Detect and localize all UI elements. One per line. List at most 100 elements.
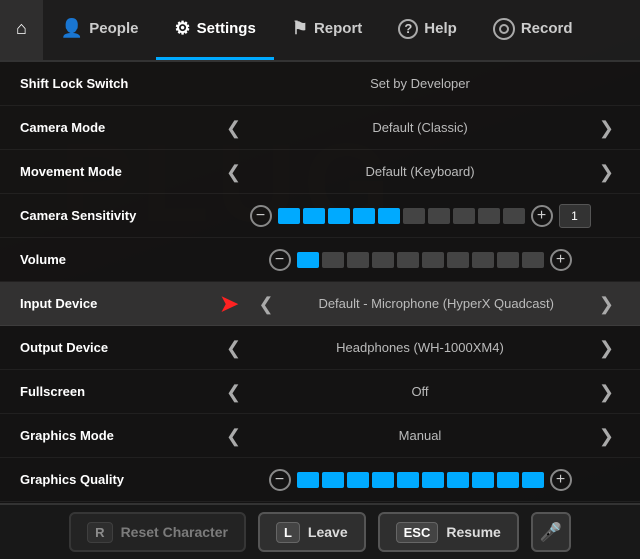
- setting-control-input-device: ➤❮Default - Microphone (HyperX Quadcast)…: [220, 291, 620, 317]
- reset-character-label: Reset Character: [121, 524, 228, 540]
- slider-seg-0: [297, 252, 319, 268]
- arrow-right-camera-mode[interactable]: ❯: [593, 117, 620, 139]
- resume-label: Resume: [446, 524, 500, 540]
- slider-seg-7: [472, 472, 494, 488]
- slider-seg-6: [428, 208, 450, 224]
- settings-panel: Shift Lock Switch Set by Developer Camera …: [0, 62, 640, 503]
- slider-seg-8: [497, 252, 519, 268]
- slider-minus-camera-sensitivity[interactable]: −: [250, 205, 272, 227]
- slider-seg-4: [397, 472, 419, 488]
- setting-control-camera-sensitivity: − +1: [220, 204, 620, 228]
- setting-control-movement-mode: ❮Default (Keyboard)❯: [220, 161, 620, 183]
- arrow-left-input-device[interactable]: ❮: [252, 293, 279, 315]
- nav-report[interactable]: ⚑ Report: [274, 0, 380, 60]
- arrow-right-movement-mode[interactable]: ❯: [593, 161, 620, 183]
- arrow-right-fullscreen[interactable]: ❯: [593, 381, 620, 403]
- mic-button[interactable]: 🎤: [531, 512, 571, 552]
- slider-seg-5: [422, 472, 444, 488]
- setting-label-graphics-quality: Graphics Quality: [20, 472, 220, 487]
- setting-row-graphics-quality[interactable]: Graphics Quality−+: [0, 458, 640, 502]
- slider-seg-6: [447, 252, 469, 268]
- nav-help[interactable]: ? Help: [380, 0, 475, 60]
- setting-value-shift-lock-switch: Set by Developer: [370, 76, 470, 91]
- nav-help-label: Help: [424, 20, 457, 37]
- setting-row-camera-sensitivity[interactable]: Camera Sensitivity−+1: [0, 194, 640, 238]
- resume-button[interactable]: ESC Resume: [378, 512, 519, 552]
- slider-bar-graphics-quality: −+: [269, 469, 572, 491]
- slider-minus-graphics-quality[interactable]: −: [269, 469, 291, 491]
- nav-home[interactable]: ⌂: [0, 0, 43, 60]
- slider-plus-graphics-quality[interactable]: +: [550, 469, 572, 491]
- slider-seg-4: [397, 252, 419, 268]
- nav-report-label: Report: [314, 20, 362, 37]
- setting-row-shift-lock-switch[interactable]: Shift Lock Switch Set by Developer: [0, 62, 640, 106]
- slider-seg-5: [422, 252, 444, 268]
- setting-value-graphics-mode: Manual: [255, 428, 585, 443]
- report-icon: ⚑: [292, 18, 308, 39]
- setting-label-camera-mode: Camera Mode: [20, 120, 220, 135]
- home-icon: ⌂: [16, 18, 27, 39]
- setting-control-camera-mode: ❮ Default (Classic) ❯: [220, 117, 620, 139]
- slider-value-camera-sensitivity: 1: [559, 204, 591, 228]
- slider-seg-0: [278, 208, 300, 224]
- setting-row-volume[interactable]: Volume−+: [0, 238, 640, 282]
- arrow-left-movement-mode[interactable]: ❮: [220, 161, 247, 183]
- setting-label-input-device: Input Device: [20, 296, 220, 311]
- slider-plus-camera-sensitivity[interactable]: +: [531, 205, 553, 227]
- nav-record-label: Record: [521, 20, 573, 37]
- arrow-left-output-device[interactable]: ❮: [220, 337, 247, 359]
- slider-segments-graphics-quality: [297, 472, 544, 488]
- setting-control-shift-lock-switch: Set by Developer: [220, 76, 620, 91]
- setting-value-camera-mode: Default (Classic): [255, 120, 585, 135]
- arrow-right-input-device[interactable]: ❯: [593, 293, 620, 315]
- slider-segments-volume: [297, 252, 544, 268]
- arrow-left-fullscreen[interactable]: ❮: [220, 381, 247, 403]
- slider-seg-2: [347, 472, 369, 488]
- setting-row-input-device[interactable]: Input Device➤❮Default - Microphone (Hype…: [0, 282, 640, 326]
- bottom-bar: R Reset Character L Leave ESC Resume 🎤: [0, 503, 640, 559]
- setting-value-fullscreen: Off: [255, 384, 585, 399]
- slider-seg-3: [372, 252, 394, 268]
- settings-list: Shift Lock Switch Set by Developer Camera …: [0, 62, 640, 503]
- setting-label-movement-mode: Movement Mode: [20, 164, 220, 179]
- reset-key-badge: R: [87, 522, 112, 543]
- slider-seg-1: [322, 252, 344, 268]
- setting-control-fullscreen: ❮ Off ❯: [220, 381, 620, 403]
- setting-control-graphics-quality: −+: [220, 469, 620, 491]
- setting-row-graphics-mode[interactable]: Graphics Mode❮Manual❯: [0, 414, 640, 458]
- setting-row-camera-mode[interactable]: Camera Mode❮ Default (Classic) ❯: [0, 106, 640, 150]
- setting-label-output-device: Output Device: [20, 340, 220, 355]
- slider-seg-2: [347, 252, 369, 268]
- slider-plus-volume[interactable]: +: [550, 249, 572, 271]
- slider-seg-5: [403, 208, 425, 224]
- leave-button[interactable]: L Leave: [258, 512, 366, 552]
- reset-character-button[interactable]: R Reset Character: [69, 512, 246, 552]
- slider-seg-7: [472, 252, 494, 268]
- setting-row-output-device[interactable]: Output Device❮Headphones (WH-1000XM4)❯: [0, 326, 640, 370]
- slider-seg-8: [478, 208, 500, 224]
- leave-label: Leave: [308, 524, 348, 540]
- slider-minus-volume[interactable]: −: [269, 249, 291, 271]
- setting-label-shift-lock-switch: Shift Lock Switch: [20, 76, 220, 91]
- arrow-right-graphics-mode[interactable]: ❯: [593, 425, 620, 447]
- setting-row-movement-mode[interactable]: Movement Mode❮Default (Keyboard)❯: [0, 150, 640, 194]
- record-icon: [493, 18, 515, 40]
- settings-icon: ⚙: [174, 18, 190, 39]
- slider-seg-7: [453, 208, 475, 224]
- setting-row-fullscreen[interactable]: Fullscreen❮ Off ❯: [0, 370, 640, 414]
- main-container: ⌂ 👤 People ⚙ Settings ⚑ Report ? Help Re…: [0, 0, 640, 559]
- arrow-right-output-device[interactable]: ❯: [593, 337, 620, 359]
- nav-people[interactable]: 👤 People: [43, 0, 157, 60]
- slider-seg-9: [503, 208, 525, 224]
- slider-seg-9: [522, 252, 544, 268]
- slider-seg-6: [447, 472, 469, 488]
- nav-record[interactable]: Record: [475, 0, 591, 60]
- resume-key-badge: ESC: [396, 522, 439, 543]
- arrow-left-graphics-mode[interactable]: ❮: [220, 425, 247, 447]
- setting-label-fullscreen: Fullscreen: [20, 384, 220, 399]
- slider-segments-camera-sensitivity: [278, 208, 525, 224]
- slider-seg-0: [297, 472, 319, 488]
- nav-settings[interactable]: ⚙ Settings: [156, 0, 273, 60]
- arrow-left-camera-mode[interactable]: ❮: [220, 117, 247, 139]
- slider-seg-1: [322, 472, 344, 488]
